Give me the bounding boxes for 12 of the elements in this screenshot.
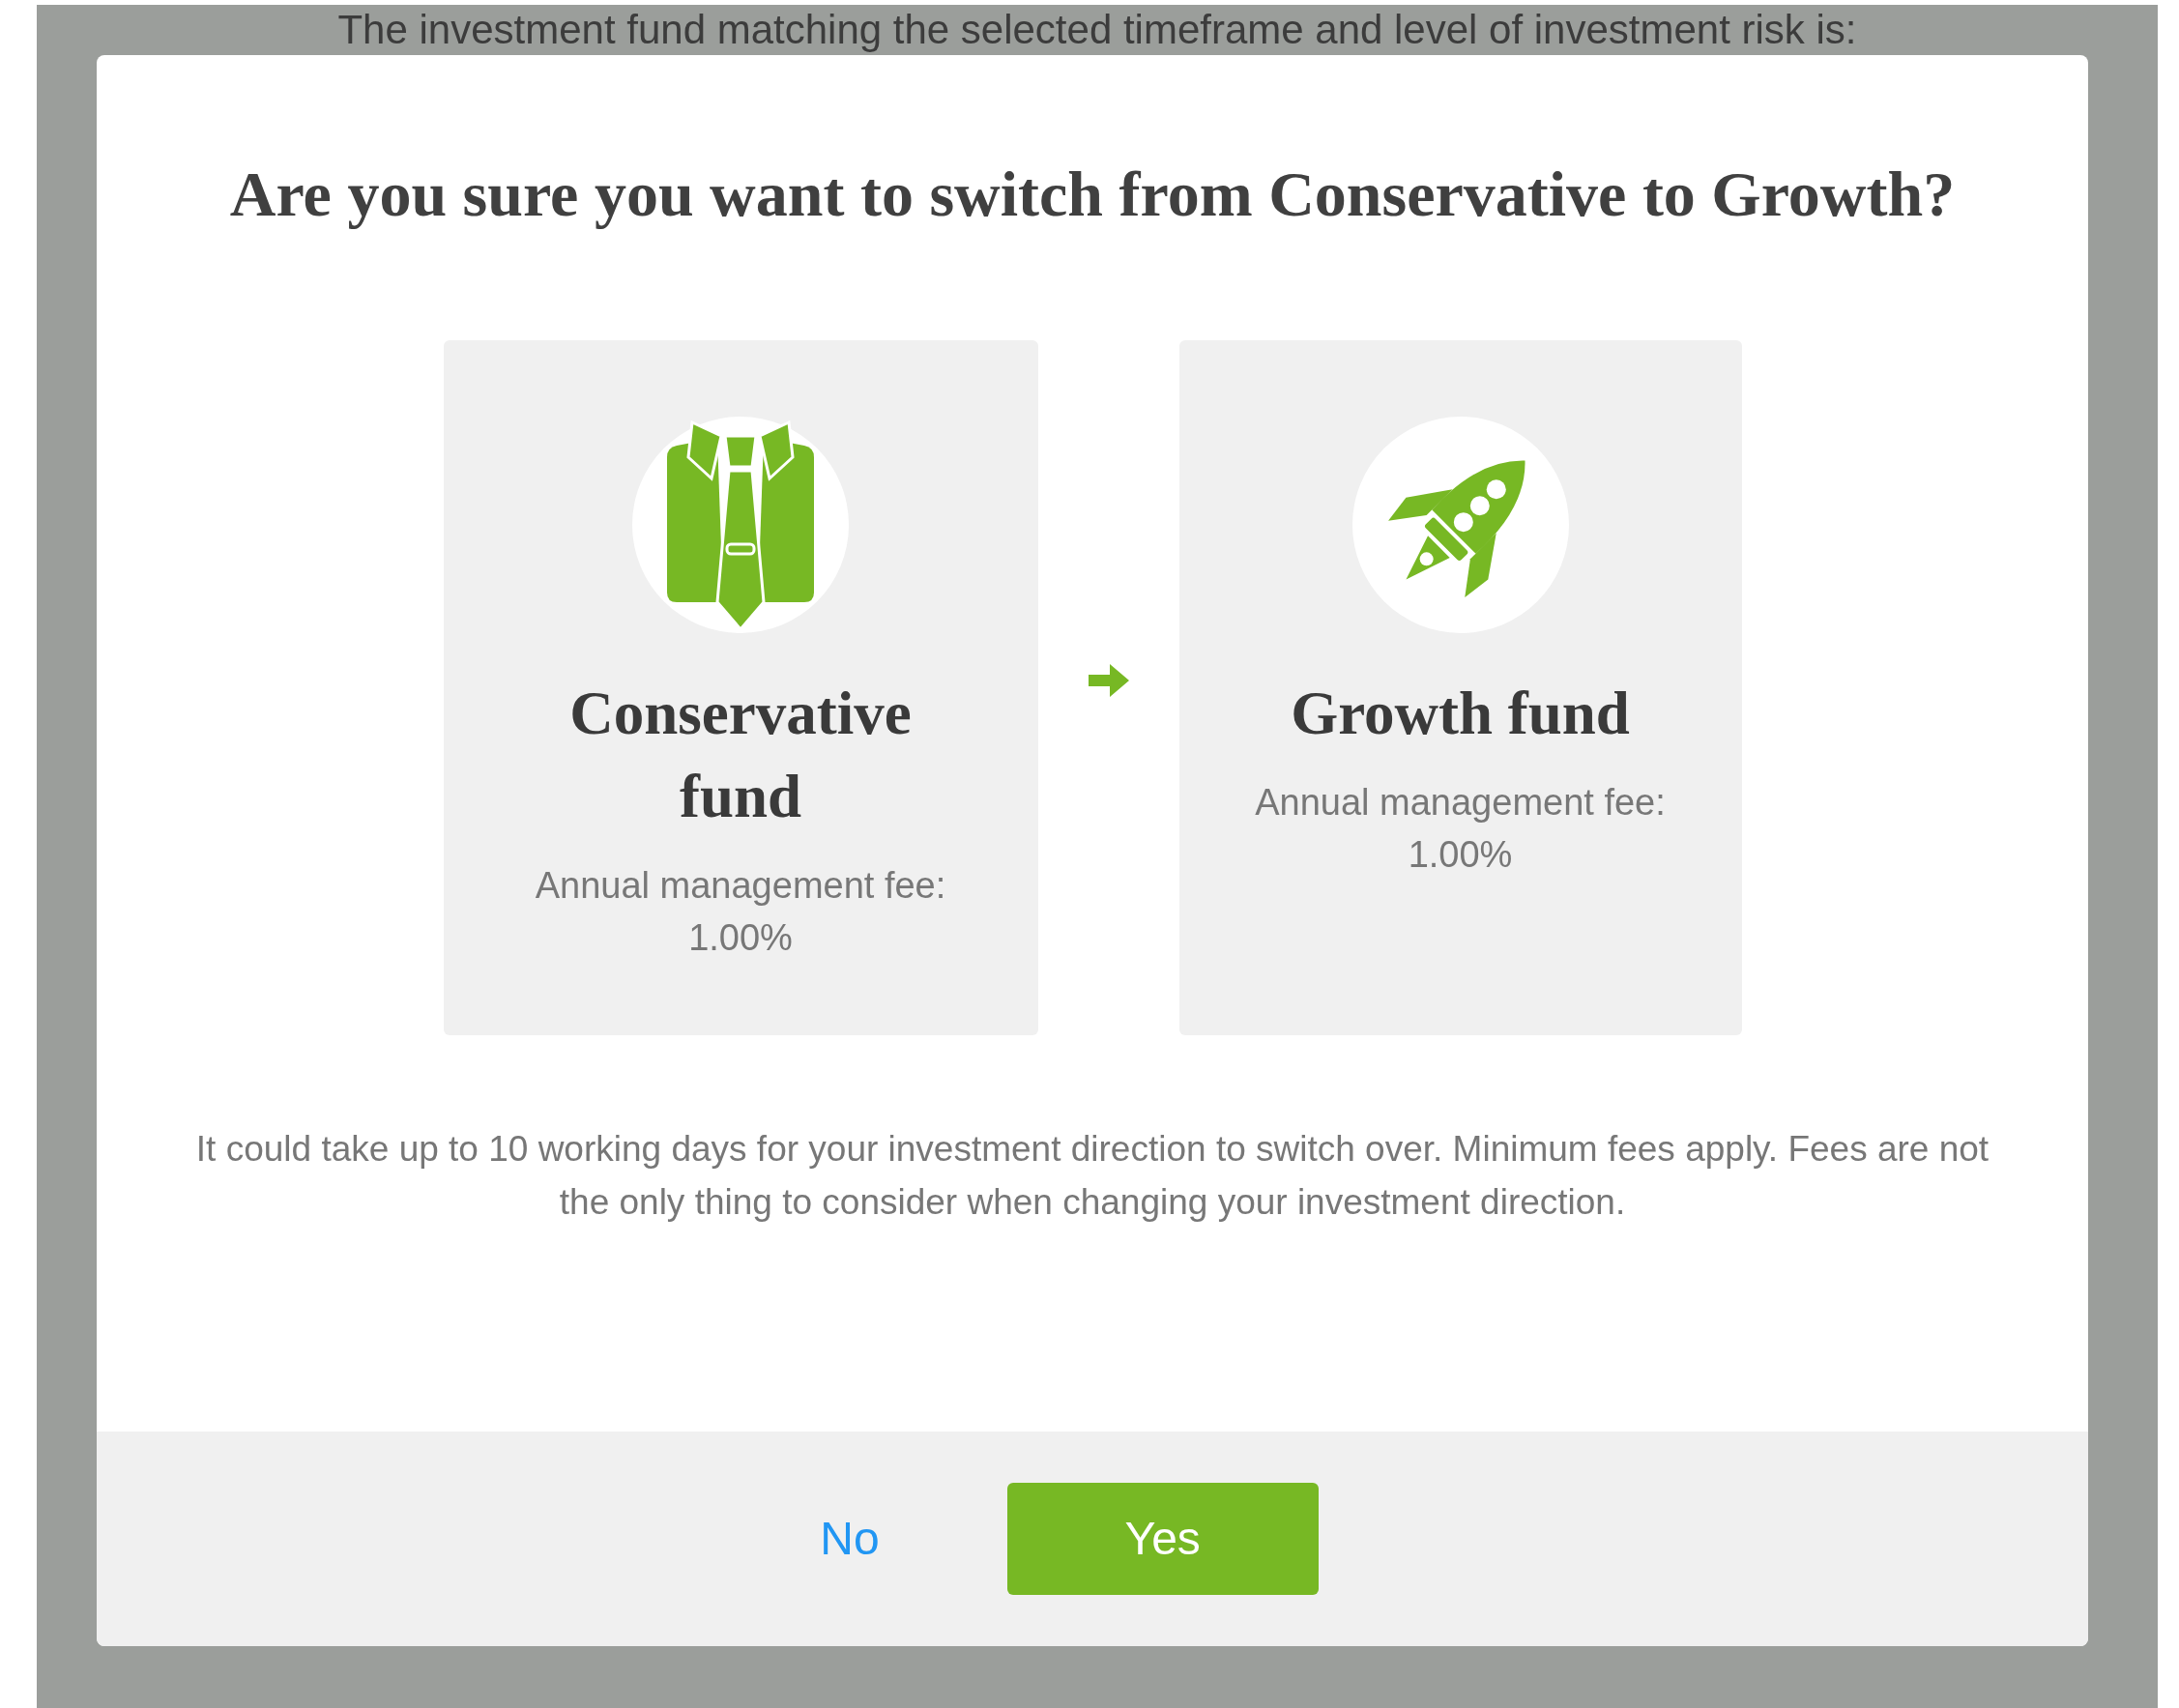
fund-name: Conservative fund <box>568 679 913 832</box>
fee-label: Annual management fee: <box>1255 781 1666 825</box>
no-link[interactable]: No <box>789 1481 911 1597</box>
fee-value: 1.00% <box>1408 833 1513 877</box>
arrow-icon <box>1088 664 1129 697</box>
yes-button[interactable]: Yes <box>1006 1483 1319 1595</box>
fee-label: Annual management fee: <box>535 864 946 908</box>
fee-value: 1.00% <box>688 916 793 960</box>
note-text: It could take up to 10 working days for your investment direction to switch over. Minimum fees apply. Fees are not the only thing to consider when changing your investment direction. <box>194 1128 1990 1224</box>
fund-name: Growth fund <box>1290 679 1631 749</box>
dialog-title: Are you sure you want to switch from Conservative to Growth? <box>228 158 1957 231</box>
background-text: The investment fund matching the selected timeframe and level of investment risk is: <box>337 6 1857 54</box>
